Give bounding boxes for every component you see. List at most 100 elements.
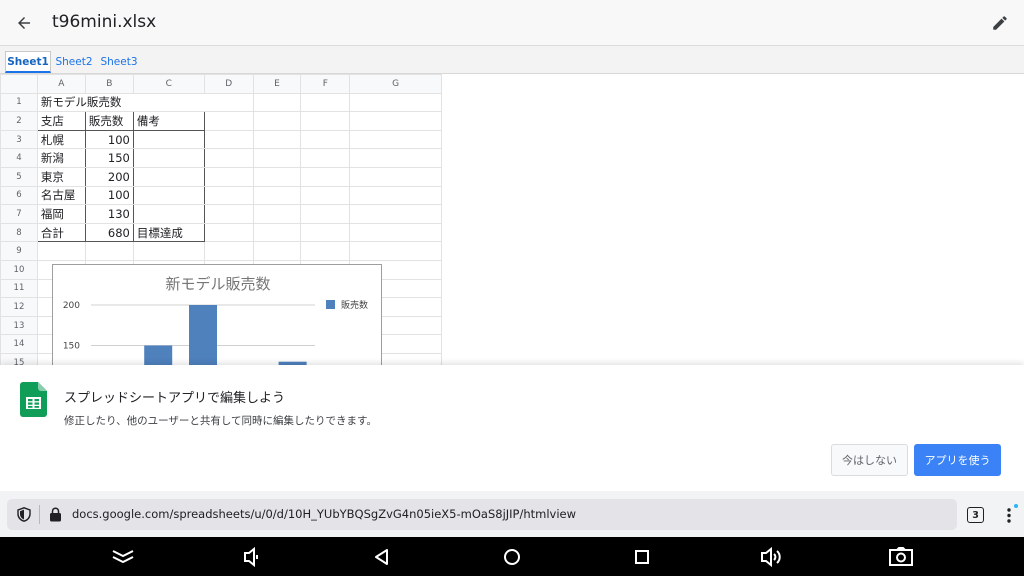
cell-b6[interactable]: 100 [84, 185, 134, 206]
row-header[interactable]: 5 [0, 166, 38, 187]
cell[interactable] [203, 222, 254, 243]
use-app-button[interactable]: アプリを使う [914, 444, 1001, 476]
cell-a1[interactable]: 新モデル販売数 [36, 92, 205, 113]
row-header[interactable]: 7 [0, 204, 38, 224]
cell-a6[interactable]: 名古屋 [36, 185, 86, 206]
cell-c3[interactable] [132, 129, 205, 150]
row-header[interactable]: 2 [0, 111, 38, 131]
cell-c5[interactable] [132, 166, 205, 187]
cell[interactable] [203, 111, 254, 131]
cell-a7[interactable]: 福岡 [36, 204, 86, 224]
row-header[interactable]: 4 [0, 148, 38, 168]
cell[interactable] [252, 129, 302, 150]
cell[interactable] [300, 92, 351, 113]
cell[interactable] [349, 148, 442, 168]
table-row: 2 支店 販売数 備考 [0, 111, 442, 131]
cell[interactable] [349, 92, 442, 113]
row-header[interactable]: 11 [0, 278, 38, 299]
cell[interactable] [349, 204, 442, 224]
cell[interactable] [252, 185, 302, 206]
tab-sheet2[interactable]: Sheet2 [53, 51, 95, 73]
cell[interactable] [252, 92, 302, 113]
cell[interactable] [252, 148, 302, 168]
cell-b5[interactable]: 200 [84, 166, 134, 187]
url-bar[interactable]: docs.google.com/spreadsheets/u/0/d/10H_Y… [7, 499, 957, 530]
cell-b7[interactable]: 130 [84, 204, 134, 224]
cell-b8[interactable]: 680 [84, 222, 134, 243]
cell-b3[interactable]: 100 [84, 129, 134, 150]
row-header[interactable]: 14 [0, 334, 38, 354]
cell[interactable] [252, 111, 302, 131]
tab-sheet1[interactable]: Sheet1 [5, 51, 51, 73]
row-header[interactable]: 8 [0, 222, 38, 243]
overflow-menu-icon[interactable] [1000, 503, 1018, 527]
cell-c4[interactable] [132, 148, 205, 168]
cell-a3[interactable]: 札幌 [36, 129, 86, 150]
cell-a2[interactable]: 支店 [36, 111, 86, 131]
not-now-button[interactable]: 今はしない [831, 444, 908, 476]
cell[interactable] [203, 166, 254, 187]
column-header[interactable]: F [300, 74, 351, 94]
recents-square-icon[interactable] [630, 545, 654, 569]
cell-a4[interactable]: 新潟 [36, 148, 86, 168]
column-header[interactable]: C [132, 74, 205, 94]
volume-up-icon[interactable] [759, 545, 783, 569]
home-circle-icon[interactable] [500, 545, 524, 569]
cell[interactable] [300, 185, 351, 206]
lock-icon[interactable] [49, 507, 62, 522]
cell[interactable] [203, 204, 254, 224]
cell-b2[interactable]: 販売数 [84, 111, 134, 131]
cell[interactable] [300, 222, 351, 243]
url-text[interactable]: docs.google.com/spreadsheets/u/0/d/10H_Y… [72, 507, 576, 521]
cell-c2[interactable]: 備考 [132, 111, 205, 131]
table-row: 5 東京 200 [0, 166, 442, 187]
cell[interactable] [349, 185, 442, 206]
cell-c6[interactable] [132, 185, 205, 206]
row-header[interactable]: 10 [0, 259, 38, 280]
row-header[interactable]: 12 [0, 297, 38, 317]
cell-a8[interactable]: 合計 [36, 222, 86, 243]
cell[interactable] [252, 222, 302, 243]
cell[interactable] [300, 148, 351, 168]
system-nav-bar [0, 537, 1024, 576]
cell[interactable] [349, 111, 442, 131]
edit-button[interactable] [986, 9, 1014, 37]
cell[interactable] [349, 222, 442, 243]
column-header[interactable]: G [349, 74, 442, 94]
table-row: 8 合計 680 目標達成 [0, 222, 442, 243]
tab-sheet3[interactable]: Sheet3 [98, 51, 140, 73]
row-header[interactable]: 3 [0, 129, 38, 150]
cell[interactable] [300, 166, 351, 187]
cell[interactable] [203, 185, 254, 206]
screenshot-icon[interactable] [888, 545, 914, 569]
cell-c8[interactable]: 目標達成 [132, 222, 205, 243]
cell[interactable] [203, 92, 254, 113]
cell[interactable] [300, 204, 351, 224]
row-header[interactable]: 1 [0, 92, 38, 113]
column-header[interactable]: D [203, 74, 254, 94]
table-row: 6 名古屋 100 [0, 185, 442, 206]
cell[interactable] [300, 111, 351, 131]
cell[interactable] [203, 129, 254, 150]
cell[interactable] [349, 129, 442, 150]
cell[interactable] [349, 166, 442, 187]
cell[interactable] [203, 148, 254, 168]
shield-icon[interactable] [17, 507, 31, 522]
column-header[interactable]: B [84, 74, 134, 94]
row-header[interactable]: 13 [0, 315, 38, 336]
cell-b4[interactable]: 150 [84, 148, 134, 168]
hide-keyboard-icon[interactable] [111, 545, 135, 569]
back-button[interactable] [10, 9, 38, 37]
cell[interactable] [252, 166, 302, 187]
back-triangle-icon[interactable] [370, 545, 394, 569]
cell-a5[interactable]: 東京 [36, 166, 86, 187]
row-header[interactable]: 6 [0, 185, 38, 206]
cell[interactable] [300, 129, 351, 150]
row-header[interactable]: 9 [0, 241, 38, 261]
cell-c7[interactable] [132, 204, 205, 224]
column-header[interactable]: E [252, 74, 302, 94]
column-header[interactable]: A [36, 74, 86, 94]
volume-down-icon[interactable] [240, 545, 264, 569]
tab-switcher-button[interactable]: 3 [967, 507, 984, 523]
cell[interactable] [252, 204, 302, 224]
